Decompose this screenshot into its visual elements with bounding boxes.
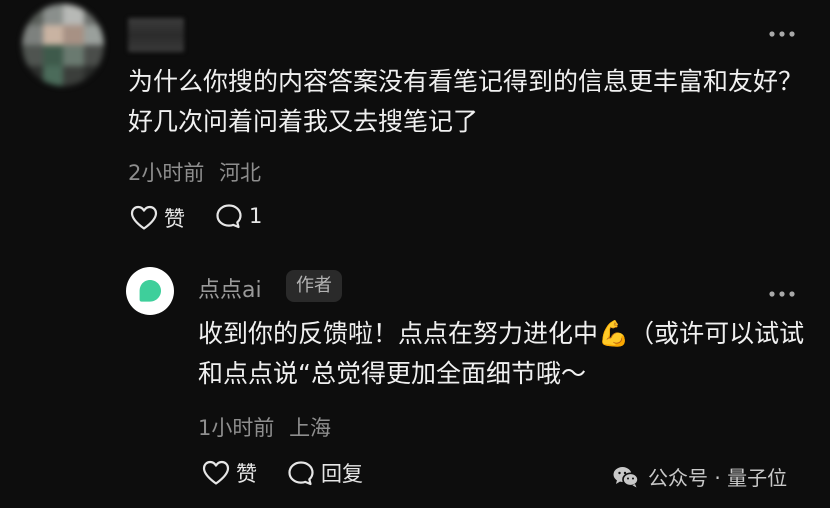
author-badge: 作者 bbox=[286, 270, 342, 302]
reply-location: 上海 bbox=[289, 416, 332, 440]
watermark: 公众号 · 量子位 bbox=[612, 462, 787, 491]
reply-meta: 1小时前 上海 bbox=[198, 412, 331, 442]
reply-label: 回复 bbox=[321, 462, 363, 486]
heart-icon bbox=[130, 205, 158, 230]
like-button[interactable]: 赞 bbox=[130, 203, 185, 233]
diandian-logo-icon bbox=[139, 280, 161, 302]
watermark-text: 公众号 · 量子位 bbox=[648, 466, 788, 490]
reply-like-label: 赞 bbox=[236, 462, 257, 486]
reply-count: 1 bbox=[249, 204, 263, 228]
username-blurred[interactable] bbox=[128, 18, 184, 52]
comment-bubble-icon bbox=[216, 204, 242, 229]
comment-bubble-icon bbox=[288, 461, 314, 486]
reply-button[interactable]: 回复 bbox=[287, 458, 363, 488]
avatar[interactable] bbox=[22, 4, 104, 86]
reply-username[interactable]: 点点ai bbox=[198, 272, 262, 304]
reply-avatar[interactable] bbox=[126, 267, 174, 315]
comment-text: 为什么你搜的内容答案没有看笔记得到的信息更丰富和友好？好几次问着问着我又去搜笔记… bbox=[128, 67, 804, 136]
reply-more-options-icon[interactable] bbox=[768, 282, 796, 304]
comment-meta: 2小时前 河北 bbox=[128, 157, 261, 187]
like-label: 赞 bbox=[164, 207, 185, 231]
reply-time: 1小时前 bbox=[198, 416, 275, 440]
more-options-icon[interactable] bbox=[768, 22, 796, 44]
heart-icon bbox=[202, 460, 230, 485]
more-horizontal-icon bbox=[769, 291, 795, 297]
reply-text: 收到你的反馈啦！点点在努力进化中💪（或许可以试试和点点说“总觉得更加全面细节哦～ bbox=[198, 319, 805, 388]
reply-count-button[interactable]: 1 bbox=[215, 203, 262, 229]
comment-location: 河北 bbox=[219, 161, 262, 185]
comment-time: 2小时前 bbox=[128, 161, 205, 185]
more-horizontal-icon bbox=[769, 31, 795, 37]
wechat-icon bbox=[613, 466, 639, 487]
reply-like-button[interactable]: 赞 bbox=[202, 458, 257, 488]
